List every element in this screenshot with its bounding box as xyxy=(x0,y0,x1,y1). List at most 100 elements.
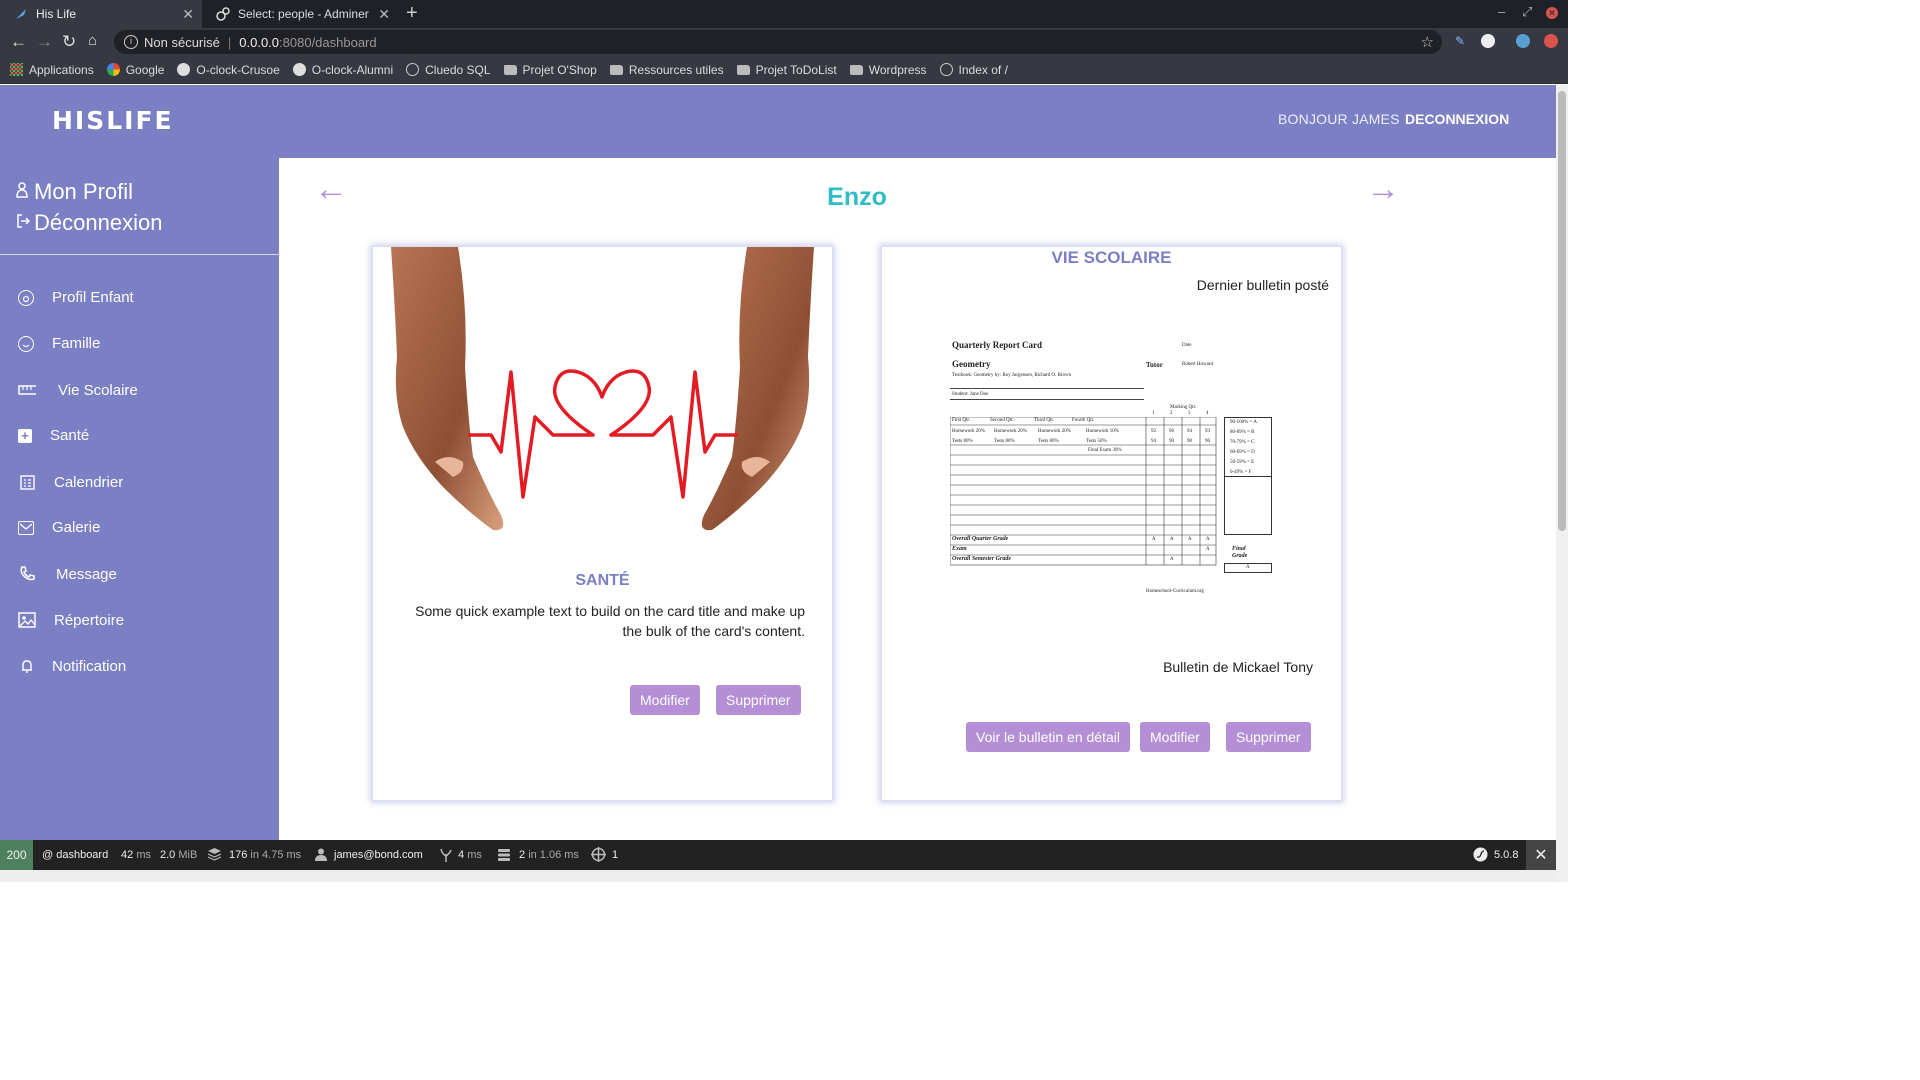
url-text[interactable]: 0.0.0.0:8080/dashboard xyxy=(239,35,376,50)
report-overall-semester: Overall Semester Grade xyxy=(952,556,1011,562)
bookmark-ressources-utiles[interactable]: Ressources utiles xyxy=(609,63,724,77)
bookmark-cluedo-sql[interactable]: Cluedo SQL xyxy=(406,63,491,77)
report-cell: Homework 20% xyxy=(994,429,1027,434)
user-icon xyxy=(315,848,327,864)
health-card: SANTÉ Some quick example text to build o… xyxy=(372,246,833,801)
sidebar-item-label: Famille xyxy=(52,335,101,352)
http-status-badge[interactable]: 200 xyxy=(0,840,33,870)
sidebar-logout-link[interactable]: Déconnexion xyxy=(16,207,162,238)
adminer-icon xyxy=(216,7,230,21)
report-card-image[interactable]: Quarterly Report Card Date Geometry Tuto… xyxy=(946,331,1286,601)
bookmark-projet-todolist[interactable]: Projet ToDoList xyxy=(736,63,837,77)
bookmark-index-of[interactable]: Index of / xyxy=(939,63,1008,77)
github-icon xyxy=(177,63,191,76)
sidebar-item-galerie[interactable]: Galerie xyxy=(18,519,100,536)
next-child-arrow-icon[interactable]: → xyxy=(1366,170,1400,209)
report-grade: A xyxy=(1170,537,1174,542)
restore-icon[interactable]: ⤢ xyxy=(1522,4,1532,20)
bookmarks-bar: Applications Google O-clock-Crusoe O-clo… xyxy=(0,56,1568,84)
request-time[interactable]: 42 ms xyxy=(121,849,151,861)
bookmark-wordpress[interactable]: Wordpress xyxy=(849,63,927,77)
symfony-version[interactable]: 5.0.8 xyxy=(1494,849,1518,861)
report-scale: 70-79% = C xyxy=(1230,440,1255,445)
health-delete-button[interactable]: Supprimer xyxy=(716,685,801,715)
sidebar-item-label: Profil Enfant xyxy=(52,289,134,306)
close-toolbar-icon[interactable]: ✕ xyxy=(1526,840,1556,870)
logged-user[interactable]: james@bond.com xyxy=(334,849,423,861)
sidebar-divider xyxy=(0,254,279,255)
health-edit-button[interactable]: Modifier xyxy=(630,685,700,715)
bookmark-o-clock-alumni[interactable]: O-clock-Alumni xyxy=(292,63,393,77)
health-card-text: Some quick example text to build on the … xyxy=(415,603,805,639)
bookmark-star-icon[interactable]: ☆ xyxy=(1421,33,1434,51)
info-icon[interactable]: i xyxy=(124,35,138,49)
home-icon[interactable]: ⌂ xyxy=(88,32,97,49)
scrollbar-thumb[interactable] xyxy=(1558,91,1566,531)
header-logout-link[interactable]: DECONNEXION xyxy=(1405,111,1509,127)
extension-icon[interactable] xyxy=(1481,34,1495,48)
ruler-icon xyxy=(18,381,36,399)
bookmark-applications[interactable]: Applications xyxy=(10,63,94,77)
forward-icon[interactable]: → xyxy=(36,32,53,52)
forms-icon xyxy=(591,847,606,865)
horizontal-scrollbar[interactable] xyxy=(0,870,1556,882)
close-tab-icon[interactable]: ✕ xyxy=(182,6,194,23)
view-report-button[interactable]: Voir le bulletin en détail xyxy=(966,722,1130,752)
profile-avatar-icon[interactable] xyxy=(1516,34,1530,48)
tab-adminer[interactable]: Select: people - Adminer ✕ xyxy=(202,0,398,28)
report-quarter: First Qtr. xyxy=(952,418,971,423)
bookmark-google[interactable]: Google xyxy=(106,63,164,77)
report-final-exam: Final Exam 30% xyxy=(1088,448,1122,453)
update-icon[interactable] xyxy=(1544,34,1558,48)
sidebar-item-label: Vie Scolaire xyxy=(58,381,138,399)
my-profile-link[interactable]: Mon Profil xyxy=(16,176,162,207)
forms-count[interactable]: 1 xyxy=(612,849,618,861)
school-delete-button[interactable]: Supprimer xyxy=(1226,722,1311,752)
sidebar-item-message[interactable]: Message xyxy=(18,565,117,583)
back-icon[interactable]: ← xyxy=(10,32,27,52)
report-q-number: 2 xyxy=(1170,411,1173,416)
close-tab-icon[interactable]: ✕ xyxy=(378,6,390,23)
sidebar-item-notification[interactable]: Notification xyxy=(18,657,126,675)
report-cell: Homework 20% xyxy=(952,429,985,434)
report-grade: A xyxy=(1170,557,1174,562)
twig-icon xyxy=(440,848,452,865)
pen-extension-icon[interactable]: ✎ xyxy=(1455,34,1469,48)
sidebar-item-sante[interactable]: + Santé xyxy=(18,427,89,444)
new-tab-icon[interactable]: + xyxy=(406,2,418,25)
tab-title: His Life xyxy=(36,7,77,21)
sidebar-item-repertoire[interactable]: Répertoire xyxy=(18,611,124,629)
vertical-scrollbar[interactable] xyxy=(1556,85,1568,882)
report-overall-quarter: Overall Quarter Grade xyxy=(952,536,1009,542)
school-edit-button[interactable]: Modifier xyxy=(1140,722,1210,752)
sidebar-item-famille[interactable]: Famille xyxy=(18,335,100,352)
minimize-icon[interactable]: – xyxy=(1498,4,1505,19)
user-icon xyxy=(16,181,30,202)
reload-icon[interactable]: ↻ xyxy=(62,32,76,52)
app-logo[interactable]: HISLIFE xyxy=(52,106,174,135)
previous-child-arrow-icon[interactable]: ← xyxy=(314,170,348,209)
report-score: 90 xyxy=(1169,439,1174,444)
memory-usage[interactable]: 2.0 MiB xyxy=(160,849,197,861)
sidebar-item-profil-enfant[interactable]: Profil Enfant xyxy=(18,289,134,306)
bookmark-projet-oshop[interactable]: Projet O'Shop xyxy=(503,63,597,77)
twig-time[interactable]: 4 ms xyxy=(458,849,482,861)
report-grade: A xyxy=(1206,537,1210,542)
sidebar-item-calendrier[interactable]: Calendrier xyxy=(18,473,123,491)
events-count[interactable]: 176 in 4.75 ms xyxy=(229,849,301,861)
sidebar-item-vie-scolaire[interactable]: Vie Scolaire xyxy=(18,381,138,399)
report-footer: Homeschool-Curriculum.org xyxy=(1146,589,1204,594)
github-icon xyxy=(292,63,306,76)
child-name-title: Enzo xyxy=(827,183,887,211)
tab-his-life[interactable]: His Life ✕ xyxy=(0,0,202,28)
address-bar[interactable]: i Non sécurisé | 0.0.0.0:8080/dashboard … xyxy=(114,30,1442,54)
db-queries[interactable]: 2 in 1.06 ms xyxy=(519,849,579,861)
bookmark-o-clock-crusoe[interactable]: O-clock-Crusoe xyxy=(177,63,280,77)
route-name[interactable]: @ dashboard xyxy=(42,849,108,861)
baby-face-icon xyxy=(18,289,34,306)
report-score: 92 xyxy=(1151,429,1156,434)
close-window-icon[interactable]: ✕ xyxy=(1546,7,1558,19)
report-subject: Geometry xyxy=(952,359,991,369)
symfony-debug-toolbar: 200 @ dashboard 42 ms 2.0 MiB 176 in 4.7… xyxy=(0,840,1556,870)
calendar-icon xyxy=(18,473,36,491)
